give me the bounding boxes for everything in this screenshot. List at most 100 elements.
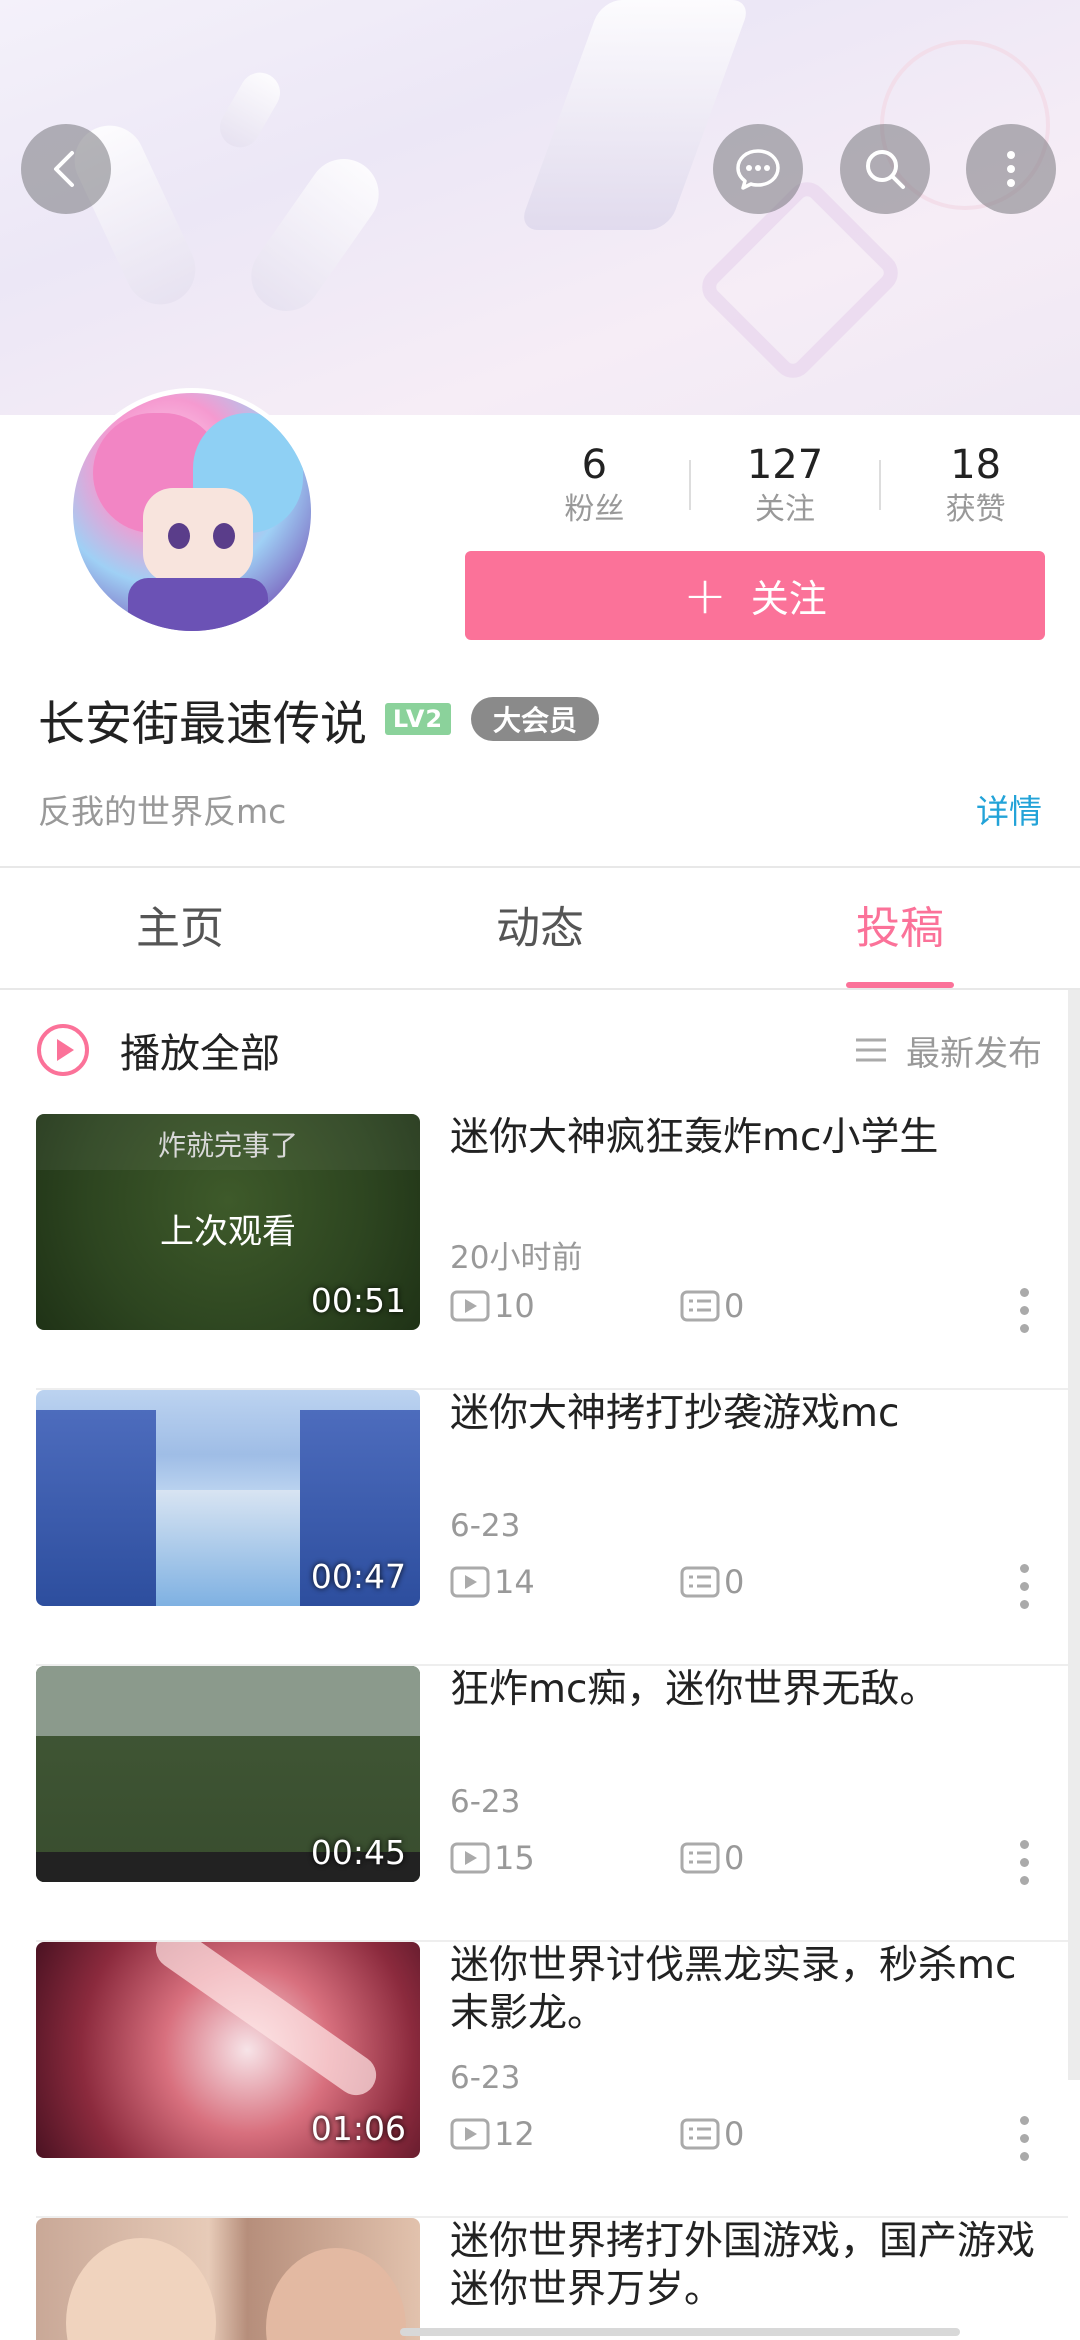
stat-label: 获赞 bbox=[945, 492, 1006, 527]
signature: 反我的世界反mc bbox=[38, 792, 287, 831]
play-count-icon bbox=[450, 2118, 490, 2150]
message-button[interactable] bbox=[713, 124, 803, 214]
message-icon bbox=[736, 149, 780, 190]
profile-banner bbox=[0, 0, 1080, 415]
play-count: 14 bbox=[494, 1563, 535, 1601]
danmaku-count: 0 bbox=[724, 1287, 745, 1325]
stat-label: 关注 bbox=[755, 492, 815, 527]
danmaku-count-group: 0 bbox=[680, 1287, 744, 1325]
video-date: 6-23 bbox=[450, 1508, 521, 1544]
video-title[interactable]: 狂炸mc痴，迷你世界无敌。 bbox=[450, 1666, 1040, 1714]
danmaku-icon bbox=[680, 1566, 720, 1598]
stat-value: 127 bbox=[746, 442, 824, 488]
more-options-icon[interactable] bbox=[1014, 1840, 1034, 1896]
danmaku-icon bbox=[680, 2118, 720, 2150]
video-duration: 00:51 bbox=[310, 1281, 406, 1320]
username: 长安街最速传说 bbox=[38, 696, 367, 752]
back-button[interactable] bbox=[21, 124, 111, 214]
play-count: 10 bbox=[494, 1287, 535, 1325]
video-title[interactable]: 迷你世界拷打外国游戏，国产游戏迷你世界万岁。 bbox=[450, 2218, 1040, 2314]
follow-button[interactable]: + 关注 bbox=[465, 551, 1045, 640]
video-stats: 10 0 bbox=[450, 1286, 744, 1326]
name-row: 长安街最速传说 LV2 大会员 bbox=[38, 688, 600, 752]
video-title[interactable]: 迷你世界讨伐黑龙实录，秒杀mc末影龙。 bbox=[450, 1942, 1040, 2038]
profile-tabs: 主页 动态 投稿 bbox=[0, 870, 1080, 988]
stat-value: 6 bbox=[581, 442, 608, 488]
more-options-icon[interactable] bbox=[1014, 1288, 1034, 1344]
tab-label: 投稿 bbox=[856, 903, 944, 954]
tab-label: 主页 bbox=[136, 903, 224, 954]
video-title[interactable]: 迷你大神拷打抄袭游戏mc bbox=[450, 1390, 1040, 1438]
divider bbox=[0, 866, 1080, 868]
video-item[interactable]: 01:06 迷你世界讨伐黑龙实录，秒杀mc末影龙。 6-23 12 0 bbox=[0, 1942, 1068, 2218]
more-options-icon[interactable] bbox=[1014, 2116, 1034, 2172]
details-link[interactable]: 详情 bbox=[976, 785, 1042, 833]
stat-value: 18 bbox=[950, 442, 1002, 488]
danmaku-count: 0 bbox=[724, 2115, 745, 2153]
video-date: 6-23 bbox=[450, 2060, 521, 2096]
play-count-icon bbox=[450, 1842, 490, 1874]
video-thumbnail[interactable]: 01:06 bbox=[36, 1942, 420, 2158]
video-thumbnail[interactable]: 00:45 bbox=[36, 1666, 420, 1882]
stat-following[interactable]: 127 关注 bbox=[691, 440, 880, 535]
profile-stats: 6 粉丝 127 关注 18 获赞 bbox=[500, 440, 1070, 535]
vip-badge[interactable]: 大会员 bbox=[471, 697, 600, 741]
video-item[interactable]: 迷你世界拷打外国游戏，国产游戏迷你世界万岁。 bbox=[0, 2218, 1068, 2340]
play-circle-icon[interactable] bbox=[36, 1023, 90, 1077]
danmaku-count: 0 bbox=[724, 1563, 745, 1601]
tab-label: 动态 bbox=[496, 903, 584, 954]
last-watched-label: 上次观看 bbox=[160, 1212, 296, 1252]
video-stats: 12 0 bbox=[450, 2114, 744, 2154]
video-thumbnail[interactable]: 00:47 bbox=[36, 1390, 420, 1606]
play-count-icon bbox=[450, 1290, 490, 1322]
list-icon bbox=[856, 1038, 886, 1062]
video-title[interactable]: 迷你大神疯狂轰炸mc小学生 bbox=[450, 1114, 1040, 1162]
tab-uploads[interactable]: 投稿 bbox=[720, 870, 1080, 988]
video-date: 20小时前 bbox=[450, 1240, 583, 1276]
banner-decoration bbox=[212, 65, 288, 155]
sort-button[interactable]: 最新发布 bbox=[854, 1000, 1042, 1100]
stat-fans[interactable]: 6 粉丝 bbox=[500, 440, 689, 535]
video-item[interactable]: 00:45 狂炸mc痴，迷你世界无敌。 6-23 15 0 bbox=[0, 1666, 1068, 1942]
danmaku-count-group: 0 bbox=[680, 1839, 744, 1877]
video-duration: 00:45 bbox=[310, 1833, 406, 1872]
danmaku-count: 0 bbox=[724, 1839, 745, 1877]
list-header: 播放全部 最新发布 bbox=[0, 1000, 1068, 1100]
play-count-icon bbox=[450, 1566, 490, 1598]
search-button[interactable] bbox=[840, 124, 930, 214]
video-stats: 15 0 bbox=[450, 1838, 744, 1878]
tab-home[interactable]: 主页 bbox=[0, 870, 360, 988]
video-item[interactable]: 炸就完事了 上次观看 00:51 迷你大神疯狂轰炸mc小学生 20小时前 10 … bbox=[0, 1114, 1068, 1390]
danmaku-icon bbox=[680, 1842, 720, 1874]
tab-dynamic[interactable]: 动态 bbox=[360, 870, 720, 988]
plus-icon: + bbox=[683, 565, 727, 626]
video-stats: 14 0 bbox=[450, 1562, 744, 1602]
play-count: 12 bbox=[494, 2115, 535, 2153]
video-thumbnail[interactable]: 炸就完事了 上次观看 00:51 bbox=[36, 1114, 420, 1330]
video-item[interactable]: 00:47 迷你大神拷打抄袭游戏mc 6-23 14 0 bbox=[0, 1390, 1068, 1666]
more-button[interactable] bbox=[966, 124, 1056, 214]
more-options-icon[interactable] bbox=[1014, 1564, 1034, 1620]
sort-label: 最新发布 bbox=[906, 1033, 1042, 1074]
home-indicator bbox=[400, 2328, 960, 2336]
level-badge: LV2 bbox=[385, 703, 451, 735]
video-duration: 01:06 bbox=[310, 2109, 406, 2148]
thumbnail-caption: 炸就完事了 bbox=[157, 1129, 298, 1162]
play-count: 15 bbox=[494, 1839, 535, 1877]
more-vertical-icon bbox=[1007, 151, 1015, 187]
stat-likes[interactable]: 18 获赞 bbox=[881, 440, 1070, 535]
play-all-button[interactable]: 播放全部 bbox=[120, 1021, 280, 1079]
banner-decoration bbox=[518, 0, 752, 230]
search-icon bbox=[866, 150, 905, 189]
follow-label: 关注 bbox=[750, 577, 827, 621]
scrollbar[interactable] bbox=[1068, 990, 1080, 2080]
video-duration: 00:47 bbox=[310, 1557, 406, 1596]
video-thumbnail[interactable] bbox=[36, 2218, 420, 2340]
danmaku-icon bbox=[680, 1290, 720, 1322]
stat-label: 粉丝 bbox=[564, 492, 625, 527]
back-arrow-icon bbox=[54, 151, 74, 187]
avatar[interactable] bbox=[68, 388, 316, 636]
video-date: 6-23 bbox=[450, 1784, 521, 1820]
danmaku-count-group: 0 bbox=[680, 2115, 744, 2153]
divider bbox=[0, 988, 1080, 990]
